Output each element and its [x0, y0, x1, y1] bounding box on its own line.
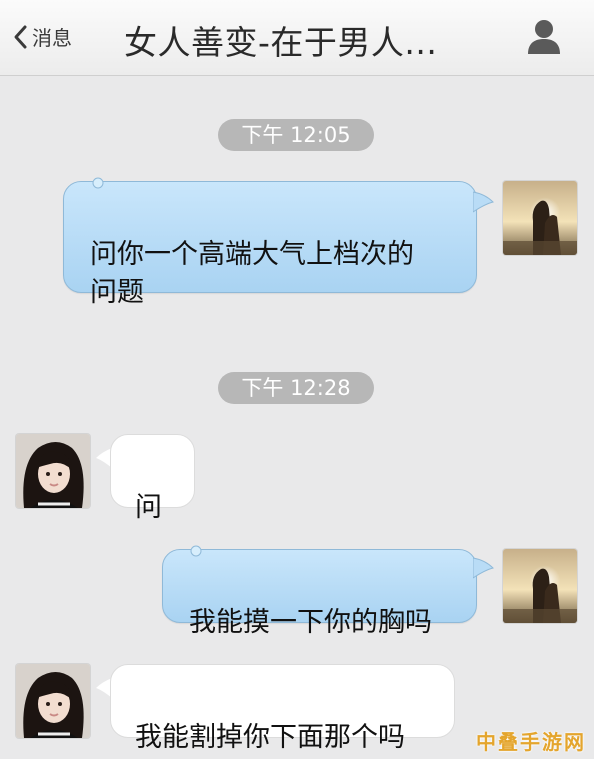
- timestamp: 下午 12:28: [218, 372, 374, 404]
- message-text: 我能摸一下你的胸吗: [189, 607, 432, 638]
- chat-title: 女人善变-在于男人...: [124, 23, 438, 62]
- bubble-tail: [473, 191, 494, 213]
- bubble-gloss: [92, 177, 104, 189]
- timestamp: 下午 12:05: [218, 119, 374, 151]
- chat-header: 消息 女人善变-在于男人...: [0, 0, 594, 76]
- avatar-self[interactable]: [503, 549, 577, 623]
- chevron-left-icon: [14, 25, 27, 48]
- message-bubble-outgoing[interactable]: 问你一个高端大气上档次的 问题: [63, 181, 477, 308]
- message-text: 问你一个高端大气上档次的 问题: [90, 239, 414, 308]
- avatar-self-image: [503, 549, 577, 623]
- watermark: 中叠手游网: [476, 730, 586, 754]
- avatar-contact[interactable]: [16, 434, 90, 508]
- message-text: 我能割掉你下面那个吗: [135, 722, 405, 753]
- bubble-gloss: [190, 545, 202, 557]
- back-button[interactable]: 消息: [12, 22, 72, 51]
- message-bubble-incoming[interactable]: 问: [110, 434, 195, 523]
- avatar-contact[interactable]: [16, 664, 90, 738]
- bubble-tail: [473, 557, 494, 579]
- person-icon: [528, 20, 560, 54]
- back-label: 消息: [32, 26, 72, 50]
- avatar-contact-image: [16, 664, 90, 738]
- avatar-self[interactable]: [503, 181, 577, 255]
- message-bubble-incoming[interactable]: 我能割掉你下面那个吗: [110, 664, 455, 753]
- message-text: 问: [135, 492, 162, 523]
- profile-button[interactable]: [522, 16, 566, 56]
- message-bubble-outgoing[interactable]: 我能摸一下你的胸吗: [162, 549, 477, 638]
- avatar-self-image: [503, 181, 577, 255]
- avatar-contact-image: [16, 434, 90, 508]
